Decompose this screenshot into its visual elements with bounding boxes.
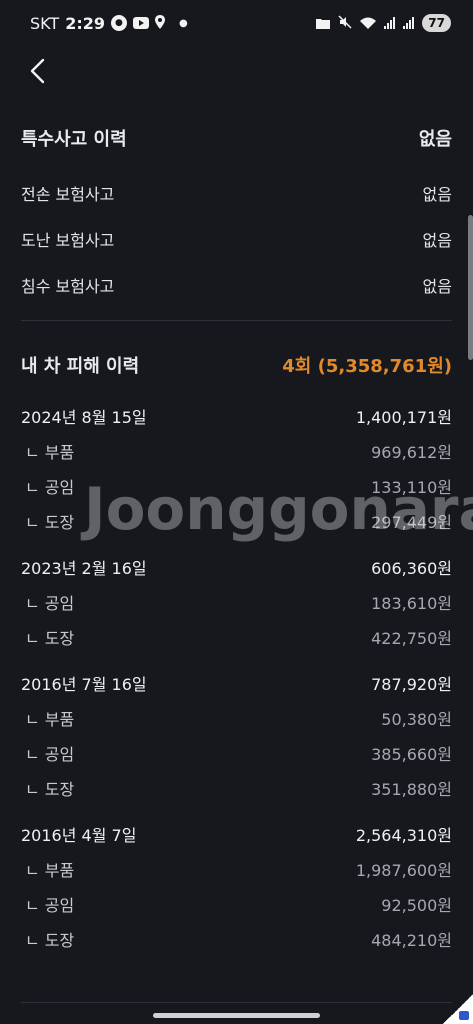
signal-icon [384, 17, 396, 29]
damage-item-value: 351,880원 [371, 779, 452, 799]
damage-date: 2024년 8월 15일 [21, 408, 147, 427]
damage-item: ㄴ 부품 1,987,600원 [21, 851, 452, 886]
accident-row-flood: 침수 보험사고 없음 [21, 262, 452, 308]
section-divider [21, 320, 452, 321]
status-right: 77 [316, 14, 451, 33]
damage-record-header: 2023년 2월 16일 606,360원 [21, 550, 452, 584]
location-icon [154, 14, 165, 33]
section-title: 내 차 피해 이력 [21, 356, 140, 377]
damage-item-label: ㄴ 도장 [25, 779, 75, 799]
back-button[interactable] [22, 56, 52, 86]
section-title: 특수사고 이력 [21, 129, 127, 150]
accident-row-theft: 도난 보험사고 없음 [21, 216, 452, 262]
report-content: 특수사고 이력 없음 전손 보험사고 없음 도난 보험사고 없음 침수 보험사고… [21, 118, 452, 968]
damage-item: ㄴ 공임 183,610원 [21, 584, 452, 619]
damage-item-value: 385,660원 [371, 744, 452, 764]
damage-item: ㄴ 부품 50,380원 [21, 700, 452, 735]
folder-icon [316, 14, 331, 33]
damage-item-value: 183,610원 [371, 593, 452, 613]
status-left: SKT 2:29 ● ● [30, 14, 188, 33]
scrollbar[interactable] [468, 215, 473, 360]
row-label: 도난 보험사고 [21, 231, 115, 250]
damage-item: ㄴ 도장 351,880원 [21, 770, 452, 805]
damage-item-label: ㄴ 부품 [25, 860, 75, 880]
damage-item-value: 484,210원 [371, 930, 452, 950]
damage-item-value: 297,449원 [371, 512, 452, 532]
row-value: 없음 [422, 185, 452, 204]
damage-item-value: 969,612원 [371, 442, 452, 462]
carrier-label: SKT [30, 13, 60, 33]
dot-icon: ● [178, 17, 188, 29]
row-label: 침수 보험사고 [21, 277, 115, 296]
youtube-icon [132, 14, 149, 33]
damage-item-value: 92,500원 [381, 895, 452, 915]
row-value: 없음 [422, 277, 452, 296]
chevron-left-icon [30, 58, 45, 84]
special-accident-section: 특수사고 이력 없음 전손 보험사고 없음 도난 보험사고 없음 침수 보험사고… [21, 118, 452, 308]
corner-badge-icon[interactable] [443, 994, 473, 1024]
damage-item-label: ㄴ 공임 [25, 477, 75, 497]
clock: 2:29 [65, 13, 105, 33]
damage-item: ㄴ 도장 484,210원 [21, 921, 452, 956]
damage-date: 2023년 2월 16일 [21, 559, 147, 578]
mute-icon [338, 14, 352, 33]
damage-item-value: 1,987,600원 [355, 860, 452, 880]
special-accident-header: 특수사고 이력 없음 [21, 118, 452, 158]
damage-item-label: ㄴ 공임 [25, 593, 75, 613]
damage-item: ㄴ 부품 969,612원 [21, 433, 452, 468]
damage-total: 787,920원 [371, 675, 452, 694]
damage-record-header: 2016년 4월 7일 2,564,310원 [21, 817, 452, 851]
news-icon: ● [110, 15, 127, 31]
section-divider [21, 1002, 452, 1003]
status-bar: SKT 2:29 ● ● 77 [0, 0, 473, 46]
damage-record: 2024년 8월 15일 1,400,171원 ㄴ 부품 969,612원 ㄴ … [21, 399, 452, 538]
damage-record-header: 2016년 7월 16일 787,920원 [21, 666, 452, 700]
signal-icon [403, 17, 415, 29]
damage-item-value: 133,110원 [371, 477, 452, 497]
row-value: 없음 [422, 231, 452, 250]
damage-item: ㄴ 공임 385,660원 [21, 735, 452, 770]
damage-history-header: 내 차 피해 이력 4회 (5,358,761원) [21, 345, 452, 385]
damage-item-label: ㄴ 도장 [25, 628, 75, 648]
accident-row-total-loss: 전손 보험사고 없음 [21, 170, 452, 216]
damage-item: ㄴ 공임 133,110원 [21, 468, 452, 503]
damage-history-section: 내 차 피해 이력 4회 (5,358,761원) 2024년 8월 15일 1… [21, 345, 452, 956]
damage-item-label: ㄴ 부품 [25, 442, 75, 462]
battery-indicator: 77 [422, 14, 451, 32]
damage-total: 2,564,310원 [355, 826, 452, 845]
damage-date: 2016년 4월 7일 [21, 826, 137, 845]
damage-date: 2016년 7월 16일 [21, 675, 147, 694]
wifi-icon [360, 14, 377, 33]
damage-item-label: ㄴ 도장 [25, 930, 75, 950]
damage-record-header: 2024년 8월 15일 1,400,171원 [21, 399, 452, 433]
damage-item-value: 422,750원 [371, 628, 452, 648]
row-label: 전손 보험사고 [21, 185, 115, 204]
damage-total: 1,400,171원 [355, 408, 452, 427]
damage-item: ㄴ 도장 422,750원 [21, 619, 452, 654]
damage-item-label: ㄴ 부품 [25, 709, 75, 729]
damage-item-label: ㄴ 공임 [25, 744, 75, 764]
damage-record: 2016년 4월 7일 2,564,310원 ㄴ 부품 1,987,600원 ㄴ… [21, 817, 452, 956]
damage-item: ㄴ 공임 92,500원 [21, 886, 452, 921]
damage-item-label: ㄴ 도장 [25, 512, 75, 532]
section-summary: 없음 [418, 129, 452, 150]
damage-record: 2016년 7월 16일 787,920원 ㄴ 부품 50,380원 ㄴ 공임 … [21, 666, 452, 805]
damage-record: 2023년 2월 16일 606,360원 ㄴ 공임 183,610원 ㄴ 도장… [21, 550, 452, 654]
home-gesture-bar[interactable] [153, 1013, 320, 1018]
damage-total: 606,360원 [371, 559, 452, 578]
damage-count-summary: 4회 (5,358,761원) [282, 356, 452, 377]
damage-item: ㄴ 도장 297,449원 [21, 503, 452, 538]
damage-item-value: 50,380원 [381, 709, 452, 729]
damage-item-label: ㄴ 공임 [25, 895, 75, 915]
